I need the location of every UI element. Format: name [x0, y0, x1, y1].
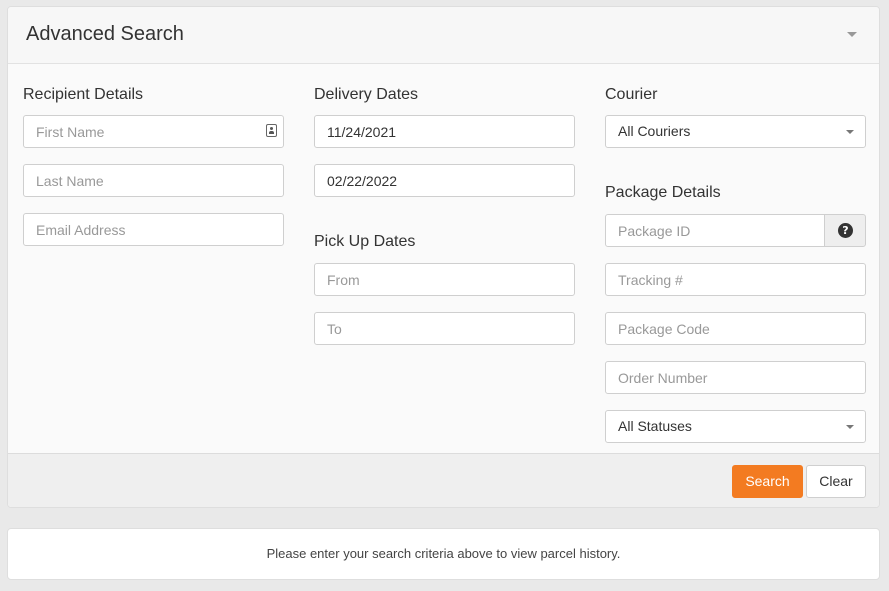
first-name-input[interactable] [23, 115, 284, 148]
clear-button[interactable]: Clear [806, 465, 866, 498]
courier-heading: Courier [605, 86, 658, 103]
first-name-wrapper [23, 115, 284, 148]
panel-title: Advanced Search [26, 23, 184, 45]
courier-select-value: All Couriers [618, 123, 691, 139]
delivery-from-input[interactable] [314, 115, 575, 148]
order-number-input[interactable] [605, 361, 866, 394]
info-message-box: Please enter your search criteria above … [7, 528, 880, 580]
question-circle-icon: ? [838, 223, 853, 238]
caret-down-icon [846, 425, 854, 429]
status-select[interactable]: All Statuses [605, 410, 866, 443]
pickup-to-input[interactable] [314, 312, 575, 345]
advanced-search-panel: Advanced Search Recipient Details Delive… [7, 6, 880, 508]
package-id-help-button[interactable]: ? [824, 214, 866, 247]
pickup-dates-heading: Pick Up Dates [314, 233, 416, 250]
last-name-input[interactable] [23, 164, 284, 197]
courier-select[interactable]: All Couriers [605, 115, 866, 148]
panel-header[interactable]: Advanced Search [8, 7, 879, 64]
package-id-input[interactable] [605, 214, 825, 247]
pickup-from-input[interactable] [314, 263, 575, 296]
tracking-number-input[interactable] [605, 263, 866, 296]
package-details-heading: Package Details [605, 184, 721, 201]
status-select-value: All Statuses [618, 418, 692, 434]
info-message: Please enter your search criteria above … [266, 546, 621, 561]
recipient-details-heading: Recipient Details [23, 86, 144, 103]
delivery-dates-heading: Delivery Dates [314, 86, 419, 103]
search-button[interactable]: Search [732, 465, 803, 498]
delivery-to-input[interactable] [314, 164, 575, 197]
email-input[interactable] [23, 213, 284, 246]
package-code-input[interactable] [605, 312, 866, 345]
panel-footer: Search Clear [8, 453, 879, 507]
chevron-down-icon[interactable] [847, 32, 857, 37]
caret-down-icon [846, 130, 854, 134]
contact-card-icon[interactable] [266, 124, 277, 137]
